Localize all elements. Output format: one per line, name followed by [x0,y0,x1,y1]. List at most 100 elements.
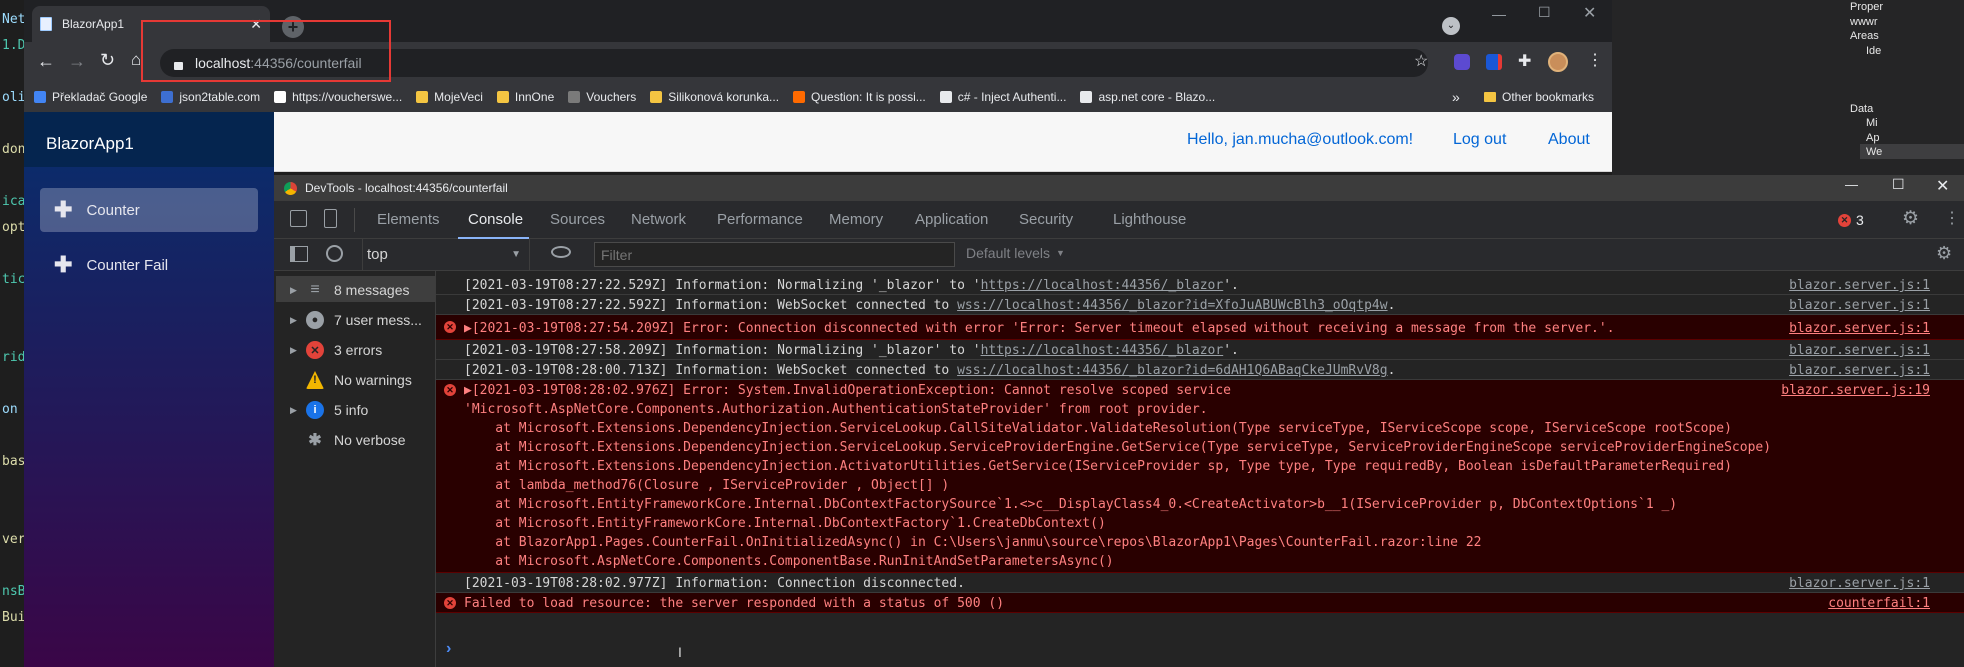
clear-console-icon[interactable] [326,245,343,262]
sidebar-filter-user[interactable]: ▶ ● 7 user mess... [278,306,422,334]
console-prompt[interactable]: › I [436,637,1964,667]
window-maximize-button[interactable]: ☐ [1538,4,1551,21]
devtools-tab-console[interactable]: Console [468,201,523,239]
console-message[interactable]: [2021-03-19T08:28:02.977Z] Information: … [436,573,1964,593]
console-message[interactable]: [2021-03-19T08:27:58.209Z] Information: … [436,340,1964,360]
message-source-link[interactable]: blazor.server.js:1 [1789,276,1930,295]
dropdown-arrow-icon: ▼ [1056,248,1065,258]
extensions-puzzle-icon[interactable]: ✚ [1518,51,1531,71]
devtools-tab-performance[interactable]: Performance [717,201,803,239]
window-close-button[interactable]: ✕ [1583,3,1596,23]
bookmark-item[interactable]: MojeVeci [416,90,483,104]
message-source-link[interactable]: blazor.server.js:1 [1789,341,1930,360]
window-minimize-button[interactable]: — [1492,6,1506,22]
console-settings-icon[interactable]: ⚙ [1936,243,1952,264]
message-source-link[interactable]: blazor.server.js:1 [1789,319,1930,338]
sidebar-filter-error[interactable]: ▶ ✕ 3 errors [278,336,382,364]
devtools-settings-icon[interactable]: ⚙ [1902,207,1919,230]
console-message[interactable]: ✕ ▶[2021-03-19T08:28:02.976Z] Error: Syst… [436,380,1964,573]
bookmark-item[interactable]: asp.net core - Blazo... [1080,90,1215,104]
reload-icon[interactable]: ↻ [100,50,115,71]
sidebar-filter-warning[interactable]: ! No warnings [278,366,412,394]
bookmark-item[interactable]: https://voucherswe... [274,90,402,104]
solution-tree-item[interactable]: We [1866,146,1882,158]
devtools-tab-memory[interactable]: Memory [829,201,883,239]
console-message[interactable]: ✕ ▶[2021-03-19T08:27:54.209Z] Error: Conn… [436,315,1964,340]
message-link[interactable]: https://localhost:44356/_blazor [981,343,1224,358]
devtools-tab-sources[interactable]: Sources [550,201,605,239]
devtools-menu-icon[interactable]: ⋮ [1944,208,1960,228]
about-link[interactable]: About [1548,131,1590,149]
logout-link[interactable]: Log out [1453,131,1506,149]
extension-icon-1[interactable] [1454,54,1470,70]
console-message[interactable]: [2021-03-19T08:27:22.529Z] Information: … [436,275,1964,295]
devtools-tab-network[interactable]: Network [631,201,686,239]
hello-user-link[interactable]: Hello, jan.mucha@outlook.com! [1187,131,1413,149]
list-icon: ≡ [310,281,320,298]
home-icon[interactable]: ⌂ [131,50,141,70]
browser-menu-icon[interactable]: ⋮ [1587,50,1603,70]
extension-icon-2[interactable] [1486,54,1502,70]
sidebar-filter-label: 3 errors [334,342,383,358]
solution-tree-item[interactable]: Areas [1850,30,1879,42]
solution-tree-item[interactable]: wwwr [1850,16,1878,28]
devtools-maximize-button[interactable]: ☐ [1892,176,1905,193]
bookmark-item[interactable]: Question: It is possi... [793,90,926,104]
bookmark-item[interactable]: Překladač Google [34,90,147,104]
sidebar-filter-info[interactable]: ▶ i 5 info [278,396,368,424]
bookmark-item[interactable]: Silikonová korunka... [650,90,779,104]
bookmark-item[interactable]: InnOne [496,90,554,104]
nav-counter-fail[interactable]: ✚ Counter Fail [40,243,258,287]
device-toolbar-icon[interactable] [324,209,337,228]
solution-tree-item[interactable]: Ide [1866,45,1881,57]
message-source-link[interactable]: blazor.server.js:1 [1789,296,1930,315]
sidebar-filter-list[interactable]: ▶ ≡ 8 messages [278,276,409,304]
devtools-tab-security[interactable]: Security [1019,201,1073,239]
devtools-tab-application[interactable]: Application [915,201,988,239]
back-icon[interactable]: ← [37,51,55,72]
sidebar-filter-label: 7 user mess... [334,312,422,328]
ide-code-fragment: on [2,402,18,417]
message-text: ▶[2021-03-19T08:27:54.209Z] Error: Conne… [464,321,1615,336]
console-message[interactable]: ✕ Failed to load resource: the server res… [436,593,1964,613]
console-message[interactable]: [2021-03-19T08:27:22.592Z] Information: … [436,295,1964,315]
solution-tree-item[interactable]: Proper [1850,1,1883,13]
ide-code-fragment: 1.D [2,38,24,53]
console-message[interactable]: [2021-03-19T08:28:00.713Z] Information: … [436,360,1964,380]
log-levels-dropdown[interactable]: Default levels ▼ [966,245,1065,261]
app-brand[interactable]: BlazorApp1 [24,112,274,167]
other-bookmarks[interactable]: Other bookmarks [1484,90,1594,104]
tab-search-icon[interactable]: ⌄ [1442,17,1460,35]
forward-icon[interactable]: → [68,51,86,72]
message-source-link[interactable]: blazor.server.js:1 [1789,574,1930,593]
errors-badge[interactable]: ✕ 3 [1838,210,1864,230]
devtools-minimize-button[interactable]: — [1845,177,1858,192]
console-filter-input[interactable] [594,242,955,267]
inspect-element-icon[interactable] [290,210,307,227]
message-source-link[interactable]: counterfail:1 [1828,594,1930,613]
sidebar-filter-bug[interactable]: ✱ No verbose [278,426,405,454]
bookmark-item[interactable]: c# - Inject Authenti... [939,90,1066,104]
sidebar-toggle-icon[interactable] [290,246,308,262]
context-select[interactable]: top ▼ [362,239,530,270]
message-text-end: '. [1223,278,1239,293]
live-expression-eye-icon[interactable] [551,246,571,258]
devtools-close-button[interactable]: ✕ [1936,176,1949,196]
message-source-link[interactable]: blazor.server.js:1 [1789,361,1930,380]
bookmark-favicon-icon [274,91,287,103]
solution-tree-item[interactable]: Data [1850,103,1873,115]
bookmark-item[interactable]: json2table.com [161,90,260,104]
bookmark-item[interactable]: Vouchers [568,90,636,104]
message-source-link[interactable]: blazor.server.js:19 [1781,381,1930,400]
nav-counter[interactable]: ✚ Counter [40,188,258,232]
solution-tree-item[interactable]: Ap [1866,132,1879,144]
bookmark-star-icon[interactable]: ☆ [1414,51,1428,71]
solution-tree-item[interactable]: Mi [1866,117,1878,129]
message-link[interactable]: wss://localhost:44356/_blazor?id=XfoJuAB… [957,298,1387,313]
message-link[interactable]: wss://localhost:44356/_blazor?id=6dAH1Q6… [957,363,1387,378]
devtools-tab-elements[interactable]: Elements [377,201,440,239]
bookmarks-overflow-icon[interactable]: » [1452,89,1460,105]
devtools-tab-lighthouse[interactable]: Lighthouse [1113,201,1186,239]
profile-avatar[interactable] [1548,52,1568,72]
message-link[interactable]: https://localhost:44356/_blazor [981,278,1224,293]
